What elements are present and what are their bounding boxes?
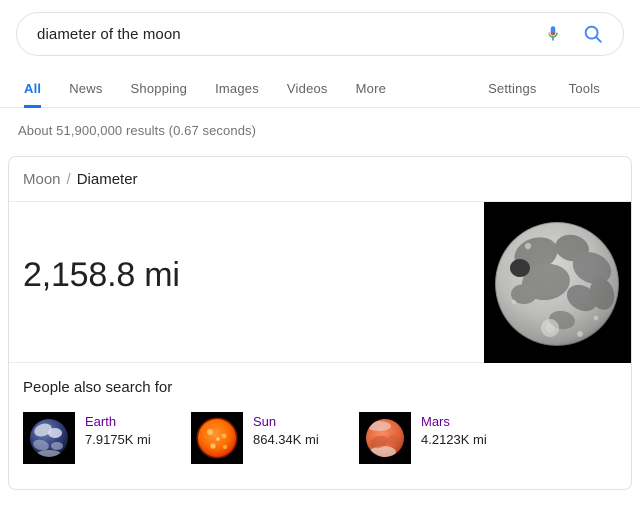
tab-more[interactable]: More [342, 81, 400, 107]
list-item-value: 4.2123K mi [421, 431, 487, 449]
search-bar-container [0, 0, 640, 56]
search-input[interactable] [37, 26, 541, 43]
list-item-name[interactable]: Sun [253, 413, 319, 431]
knowledge-panel-card: Moon / Diameter 2,158.8 mi [8, 156, 632, 490]
list-item-text: Earth 7.9175K mi [85, 412, 151, 449]
list-item-value: 864.34K mi [253, 431, 319, 449]
list-item-value: 7.9175K mi [85, 431, 151, 449]
breadcrumb-separator: / [67, 171, 71, 188]
search-icon[interactable] [581, 22, 605, 46]
microphone-icon[interactable] [541, 22, 565, 46]
nav-tabs-left: All News Shopping Images Videos More [16, 81, 400, 107]
moon-hero-image[interactable] [484, 202, 631, 363]
list-item[interactable]: Sun 864.34K mi [191, 412, 359, 464]
earth-thumbnail[interactable] [23, 412, 75, 464]
list-item[interactable]: Earth 7.9175K mi [23, 412, 191, 464]
sun-thumbnail[interactable] [191, 412, 243, 464]
answer-value: 2,158.8 mi [23, 256, 180, 295]
tab-videos[interactable]: Videos [273, 81, 342, 107]
breadcrumb: Moon / Diameter [9, 157, 631, 202]
search-nav-tabs: All News Shopping Images Videos More Set… [0, 70, 640, 108]
search-box[interactable] [16, 12, 624, 56]
breadcrumb-attribute: Diameter [77, 171, 138, 188]
tools-button[interactable]: Tools [553, 81, 624, 107]
knowledge-panel-body: 2,158.8 mi [9, 202, 631, 363]
breadcrumb-entity[interactable]: Moon [23, 171, 61, 188]
people-also-search-for-title: People also search for [23, 379, 617, 396]
mars-thumbnail[interactable] [359, 412, 411, 464]
tab-shopping[interactable]: Shopping [117, 81, 202, 107]
tab-all[interactable]: All [16, 81, 55, 107]
settings-button[interactable]: Settings [472, 81, 553, 107]
people-also-search-for-section: People also search for [9, 363, 631, 464]
tab-images[interactable]: Images [201, 81, 273, 107]
nav-tabs-right: Settings Tools [472, 81, 624, 107]
people-also-search-for-list: Earth 7.9175K mi [23, 412, 617, 464]
tab-news[interactable]: News [55, 81, 116, 107]
list-item[interactable]: Mars 4.2123K mi [359, 412, 527, 464]
list-item-name[interactable]: Mars [421, 413, 487, 431]
list-item-name[interactable]: Earth [85, 413, 151, 431]
search-box-actions [541, 22, 605, 46]
list-item-text: Mars 4.2123K mi [421, 412, 487, 449]
list-item-text: Sun 864.34K mi [253, 412, 319, 449]
result-stats: About 51,900,000 results (0.67 seconds) [0, 108, 640, 138]
